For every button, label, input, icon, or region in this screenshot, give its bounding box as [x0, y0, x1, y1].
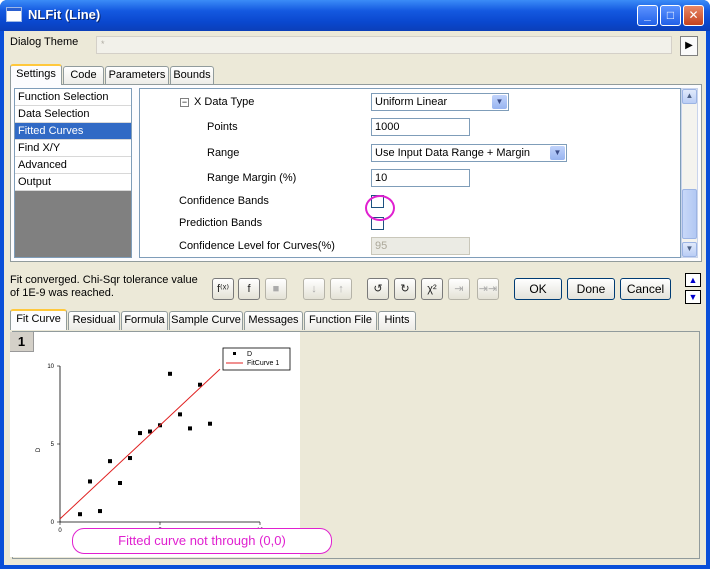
cancel-button[interactable]: Cancel: [620, 278, 671, 300]
chevron-down-icon[interactable]: ▼: [492, 95, 507, 109]
x-data-type-value: Uniform Linear: [375, 96, 448, 108]
step-icon[interactable]: ⇥: [448, 278, 470, 300]
chart-marks: [59, 368, 221, 520]
range-combo[interactable]: Use Input Data Range + Margin ▼: [371, 144, 567, 162]
tab-function-file[interactable]: Function File: [304, 311, 377, 330]
save-icon[interactable]: ■: [265, 278, 287, 300]
points-label: Points: [207, 121, 238, 133]
maximize-button[interactable]: □: [660, 5, 681, 26]
nav-item-function-selection[interactable]: Function Selection: [15, 89, 131, 106]
page-number-badge: 1: [10, 332, 34, 352]
tab-messages[interactable]: Messages: [244, 311, 303, 330]
settings-nav-list: Function Selection Data Selection Fitted…: [14, 88, 132, 258]
prediction-bands-label: Prediction Bands: [179, 217, 263, 229]
minimize-button[interactable]: _: [637, 5, 658, 26]
scroll-up-icon[interactable]: ▲: [682, 89, 697, 104]
range-label: Range: [207, 147, 240, 159]
dialog-client-area: Dialog Theme * ▶ Settings Code Parameter…: [4, 31, 706, 565]
data-point: [208, 421, 212, 426]
settings-scrollbar[interactable]: ▲ ▼: [681, 88, 698, 258]
y-tick-label: 10: [47, 364, 54, 370]
window-title: NLFit (Line): [28, 7, 101, 22]
data-point: [98, 509, 102, 514]
nav-item-advanced[interactable]: Advanced: [15, 157, 131, 174]
x-data-type-combo[interactable]: Uniform Linear ▼: [371, 93, 509, 111]
done-button[interactable]: Done: [567, 278, 615, 300]
status-line-1: Fit converged. Chi-Sqr tolerance value: [10, 274, 198, 286]
highlight-circle: [365, 195, 395, 221]
tab-code[interactable]: Code: [63, 66, 104, 85]
tab-hints[interactable]: Hints: [378, 311, 416, 330]
tab-sample-curve[interactable]: Sample Curve: [169, 311, 243, 330]
y-tick-label: 0: [51, 520, 55, 526]
chevron-down-icon[interactable]: ▼: [550, 146, 565, 160]
chart-legend: D FitCurve 1: [222, 347, 291, 371]
function-file-icon[interactable]: f: [238, 278, 260, 300]
dialog-theme-label: Dialog Theme: [10, 36, 79, 48]
scroll-thumb[interactable]: [682, 189, 697, 239]
collapse-icon[interactable]: −: [180, 98, 189, 107]
fitted-curves-property-grid: − X Data Type Uniform Linear ▼ Points 10…: [139, 88, 681, 258]
collapse-up-icon[interactable]: ▲: [685, 273, 701, 287]
chart-axes: 05100510D: [36, 364, 264, 534]
tab-fit-curve[interactable]: Fit Curve: [10, 309, 67, 330]
nav-item-output[interactable]: Output: [15, 174, 131, 191]
tab-formula[interactable]: Formula: [121, 311, 168, 330]
y-tick-label: 5: [51, 442, 55, 448]
ok-button[interactable]: OK: [514, 278, 562, 300]
dialog-window: NLFit (Line) _ □ ✕ Dialog Theme * ▶ Sett…: [0, 0, 710, 569]
fit-curve-preview: 05100510D D FitCurve 1: [10, 332, 300, 557]
range-value: Use Input Data Range + Margin: [375, 147, 531, 159]
data-point: [108, 459, 112, 464]
sort-down-icon[interactable]: ↓: [303, 278, 325, 300]
expand-down-icon[interactable]: ▼: [685, 290, 701, 304]
scroll-down-icon[interactable]: ▼: [682, 242, 697, 257]
x-tick-label: 0: [58, 528, 62, 534]
fit-until-converged-icon[interactable]: ⇥⇥: [477, 278, 499, 300]
sort-up-icon[interactable]: ↑: [330, 278, 352, 300]
nav-item-data-selection[interactable]: Data Selection: [15, 106, 131, 123]
data-point: [88, 479, 92, 484]
x-data-type-label: X Data Type: [194, 96, 255, 108]
data-point: [168, 371, 172, 376]
tab-parameters[interactable]: Parameters: [105, 66, 169, 85]
data-point: [138, 431, 142, 436]
tab-residual[interactable]: Residual: [68, 311, 120, 330]
iterate-simplex-icon[interactable]: ↻: [394, 278, 416, 300]
window-icon: [6, 7, 22, 22]
legend-label-fitcurve: FitCurve 1: [247, 360, 279, 367]
dialog-theme-combo[interactable]: *: [96, 36, 672, 54]
nav-item-fitted-curves[interactable]: Fitted Curves: [15, 123, 131, 140]
annotation-callout: Fitted curve not through (0,0): [72, 528, 332, 554]
y-axis-title: D: [36, 447, 42, 452]
data-point: [188, 426, 192, 431]
confidence-bands-label: Confidence Bands: [179, 195, 269, 207]
points-input[interactable]: 1000: [371, 118, 470, 136]
title-bar[interactable]: NLFit (Line) _ □ ✕: [0, 0, 710, 31]
confidence-level-input: 95: [371, 237, 470, 255]
fit-formula-icon[interactable]: f⁽ˣ⁾: [212, 278, 234, 300]
iterate-one-icon[interactable]: ↺: [367, 278, 389, 300]
fit-curve-line: [59, 368, 221, 520]
fit-curve-chart: 05100510D D FitCurve 1: [36, 347, 291, 534]
data-point: [128, 456, 132, 461]
nav-item-find-xy[interactable]: Find X/Y: [15, 140, 131, 157]
close-button[interactable]: ✕: [683, 5, 704, 26]
data-point: [78, 512, 82, 517]
chi-square-icon[interactable]: χ²: [421, 278, 443, 300]
data-point: [178, 412, 182, 417]
range-margin-input[interactable]: 10: [371, 169, 470, 187]
data-point: [118, 481, 122, 485]
tab-bounds[interactable]: Bounds: [170, 66, 214, 85]
range-margin-label: Range Margin (%): [207, 172, 297, 184]
confidence-level-label: Confidence Level for Curves(%): [179, 240, 335, 252]
theme-menu-arrow-button[interactable]: ▶: [680, 36, 698, 56]
tab-settings[interactable]: Settings: [10, 64, 62, 85]
status-line-2: of 1E-9 was reached.: [10, 287, 114, 299]
legend-label-d: D: [247, 351, 252, 358]
